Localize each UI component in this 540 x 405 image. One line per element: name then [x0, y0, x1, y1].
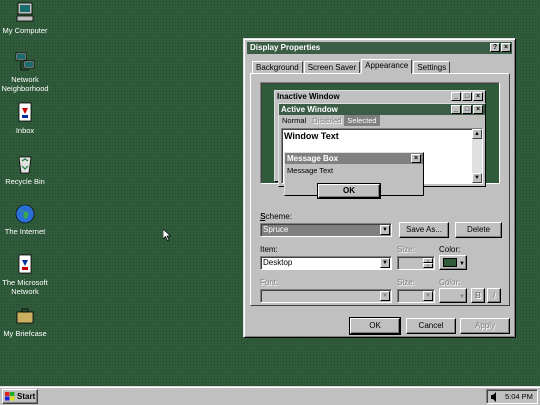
desktop-icon-label: My Computer — [2, 26, 48, 35]
desktop-icon-inbox[interactable]: Inbox — [0, 102, 55, 135]
chevron-down-icon[interactable]: ▼ — [423, 291, 433, 301]
spin-down-icon[interactable]: ▼ — [423, 263, 433, 268]
item-combo[interactable]: Desktop ▼ — [260, 256, 392, 270]
delete-button[interactable]: Delete — [455, 222, 502, 238]
desktop-icon-internet[interactable]: The Internet — [0, 203, 55, 236]
appearance-preview[interactable]: Inactive Window _ □ × Active Window _ □ … — [260, 82, 500, 199]
font-color-label: Color: — [439, 278, 461, 287]
font-label: Font: — [260, 278, 279, 287]
desktop-icon-briefcase[interactable]: My Briefcase — [0, 305, 55, 338]
chevron-down-icon: ▼ — [459, 261, 465, 267]
clock[interactable]: 5:04 PM — [505, 390, 533, 403]
scheme-value: Spruce — [263, 225, 289, 234]
preview-menu-bar: Normal Disabled Selected — [279, 115, 485, 126]
speaker-icon[interactable] — [490, 392, 500, 402]
preview-active-title: Active Window _ □ × — [279, 104, 485, 115]
computer-icon — [16, 2, 34, 22]
scroll-up-icon: ▲ — [472, 129, 482, 139]
msgbox-text: Message Text — [287, 166, 334, 175]
tab-strip: Background Screen Saver Appearance Setti… — [252, 59, 451, 74]
scheme-combo[interactable]: Spruce ▼ — [260, 223, 392, 237]
inactive-title-text: Inactive Window — [277, 92, 340, 101]
msn-icon — [18, 254, 32, 274]
desktop-icon-label: The Microsoft Network — [2, 278, 48, 296]
close-button[interactable]: × — [501, 43, 511, 52]
desktop-icon-label: Network Neighborhood — [1, 75, 49, 93]
briefcase-icon — [16, 308, 34, 324]
minimize-icon: _ — [451, 92, 461, 101]
apply-button[interactable]: Apply — [460, 318, 510, 334]
start-label: Start — [17, 392, 36, 401]
scroll-down-icon: ▼ — [472, 173, 482, 183]
menu-disabled: Disabled — [312, 116, 342, 125]
chevron-down-icon[interactable]: ▼ — [380, 291, 390, 301]
chevron-down-icon: ▼ — [459, 294, 465, 300]
taskbar: Start 5:04 PM — [0, 386, 540, 405]
desktop-icon-recycle-bin[interactable]: Recycle Bin — [0, 153, 55, 186]
color-picker-button[interactable]: ▼ — [439, 255, 467, 270]
desktop-icon-label: The Internet — [4, 227, 46, 236]
menu-normal: Normal — [282, 116, 307, 125]
scheme-label: SScheme: — [260, 212, 292, 221]
font-size-label: Size: — [397, 278, 415, 287]
mouse-cursor-icon — [163, 229, 171, 241]
color-label: Color: — [439, 245, 461, 254]
save-as-button[interactable]: Save As... — [399, 222, 449, 238]
tab-appearance[interactable]: Appearance — [361, 59, 413, 74]
close-icon: × — [411, 154, 421, 163]
msgbox-title-text: Message Box — [287, 154, 339, 163]
close-icon: × — [473, 92, 483, 101]
size-spinner[interactable]: ▲ ▼ — [397, 256, 435, 270]
italic-button[interactable]: I — [487, 288, 501, 303]
size-label: Size: — [397, 245, 415, 254]
inbox-icon — [18, 102, 32, 122]
window-text: Window Text — [284, 131, 339, 141]
menu-selected: Selected — [344, 115, 380, 126]
ok-button[interactable]: OK — [349, 317, 401, 335]
minimize-icon: _ — [451, 105, 461, 114]
msgbox-buttons: × — [411, 154, 421, 163]
windows-logo-icon — [5, 392, 15, 401]
help-button[interactable]: ? — [490, 43, 500, 52]
system-tray: 5:04 PM — [486, 389, 538, 404]
item-label: Item: — [260, 245, 278, 254]
display-properties-dialog: Display Properties ? × Background Screen… — [243, 38, 516, 338]
active-window-buttons: _ □ × — [451, 105, 483, 114]
appearance-panel: Inactive Window _ □ × Active Window _ □ … — [250, 73, 510, 306]
start-button[interactable]: Start — [2, 389, 38, 404]
font-size-combo[interactable]: ▼ — [397, 289, 435, 303]
dialog-title: Display Properties — [250, 43, 321, 52]
chevron-down-icon[interactable]: ▼ — [380, 258, 390, 268]
desktop-icon-msn[interactable]: The Microsoft Network — [0, 254, 55, 296]
font-color-button[interactable]: ▼ — [439, 288, 467, 303]
msgbox-ok-button: OK — [317, 183, 381, 199]
preview-inactive-title: Inactive Window _ □ × — [275, 91, 485, 102]
preview-scrollbar: ▲ ▼ — [472, 129, 482, 183]
font-combo[interactable]: ▼ — [260, 289, 392, 303]
globe-icon — [15, 204, 35, 224]
chevron-down-icon[interactable]: ▼ — [380, 225, 390, 235]
desktop-icon-label: Recycle Bin — [5, 177, 45, 186]
dialog-titlebar[interactable]: Display Properties ? × — [247, 42, 512, 54]
scheme-label-text: Scheme: — [260, 212, 292, 221]
desktop-icon-my-computer[interactable]: My Computer — [0, 2, 55, 35]
close-icon: × — [473, 105, 483, 114]
desktop-icon-label: Inbox — [15, 126, 35, 135]
desktop-icon-label: My Briefcase — [3, 329, 47, 338]
recycle-bin-icon — [18, 156, 32, 174]
maximize-icon: □ — [462, 105, 472, 114]
msgbox-title: Message Box × — [285, 153, 423, 164]
active-title-text: Active Window — [281, 105, 338, 114]
network-icon — [15, 52, 35, 71]
item-value: Desktop — [263, 258, 293, 267]
cancel-button[interactable]: Cancel — [406, 318, 456, 334]
bold-button[interactable]: B — [471, 288, 485, 303]
desktop-icon-network[interactable]: Network Neighborhood — [0, 51, 55, 93]
inactive-window-buttons: _ □ × — [451, 92, 483, 101]
color-swatch — [443, 258, 457, 267]
maximize-icon: □ — [462, 92, 472, 101]
